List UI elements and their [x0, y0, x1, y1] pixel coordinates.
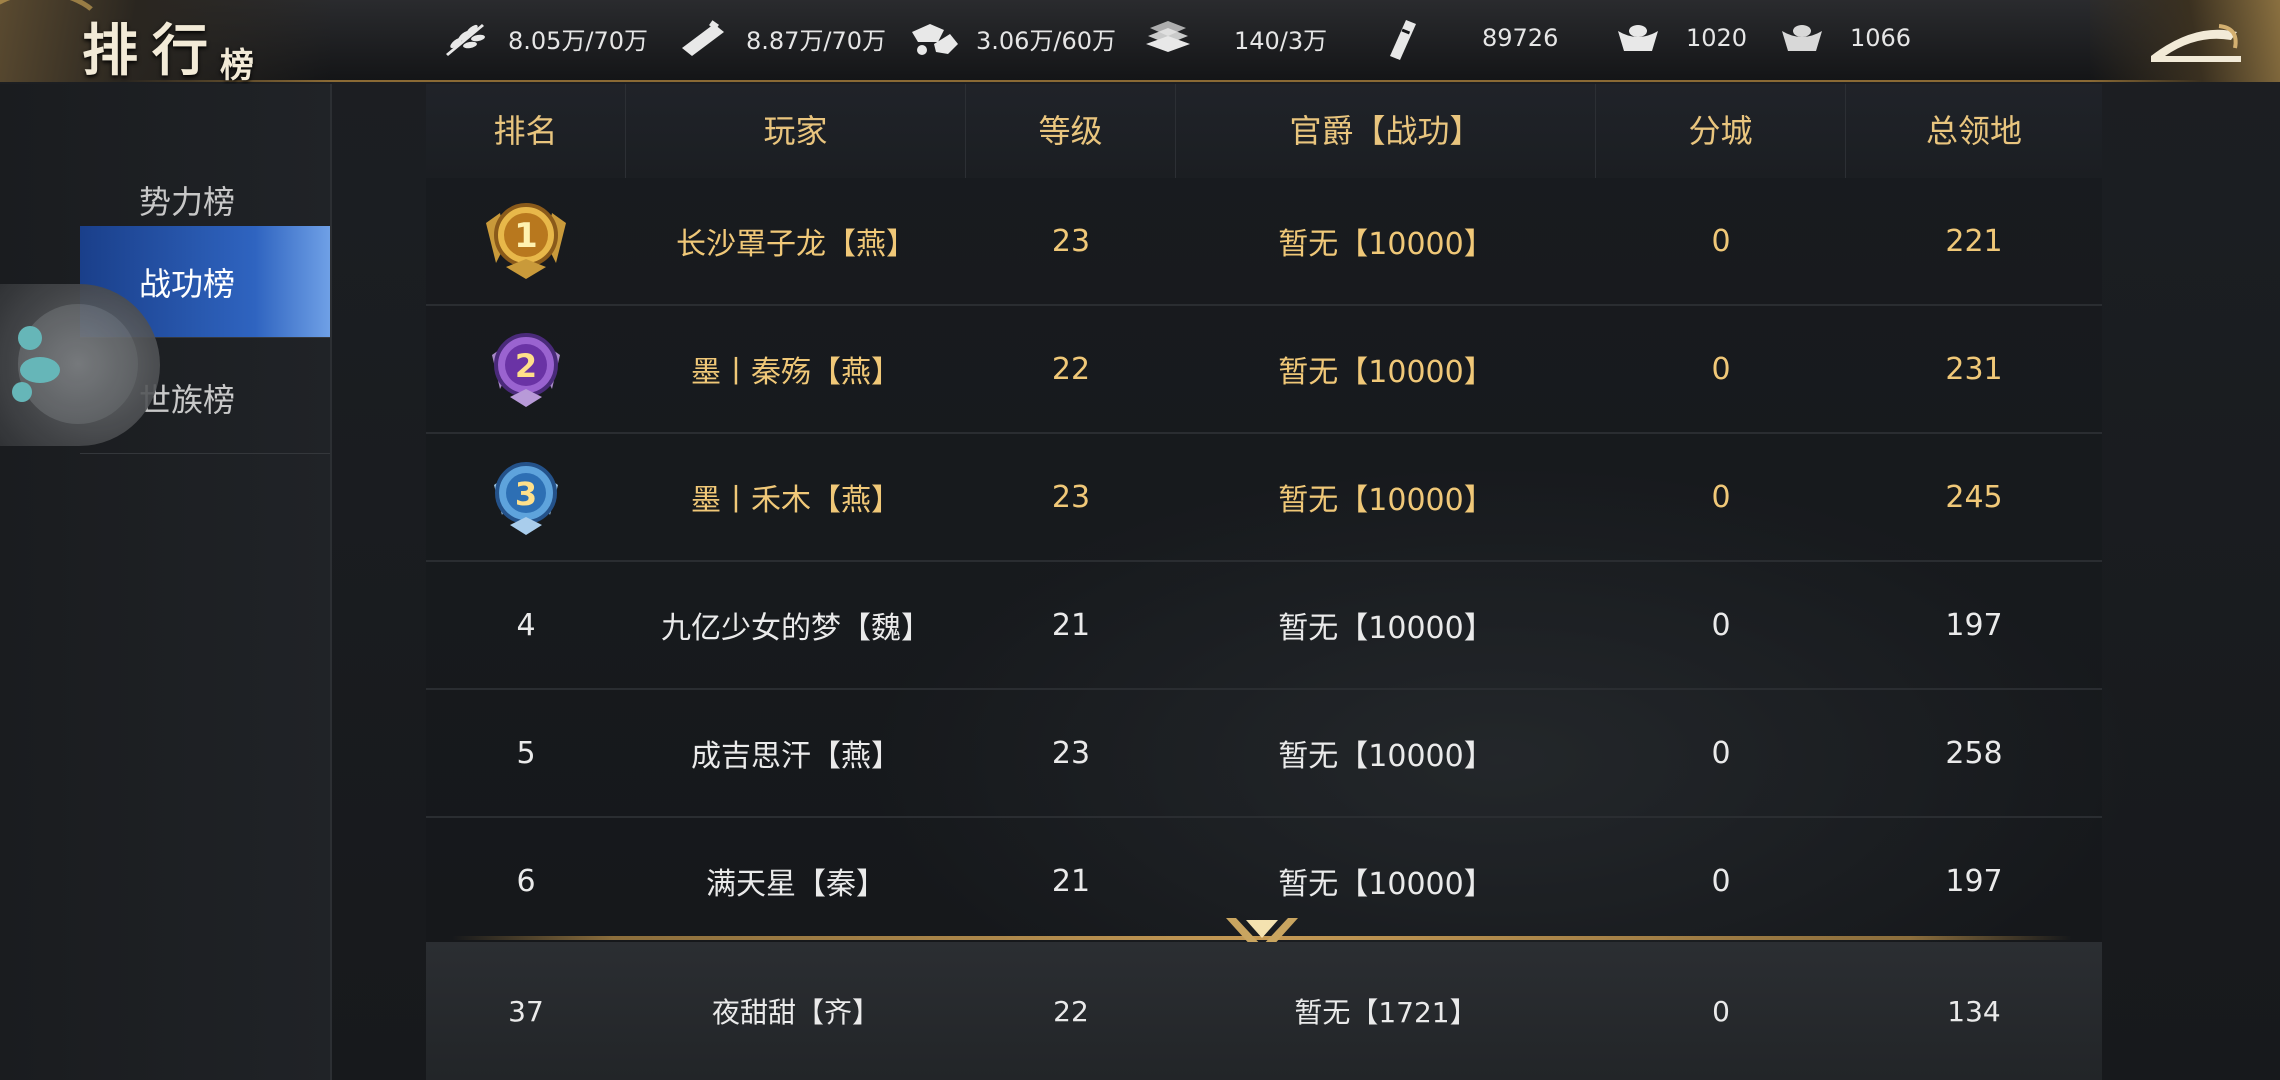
rank-cell: 2	[426, 321, 626, 417]
resource-silver: 1066	[1776, 0, 1911, 76]
player-territory: 258	[1945, 735, 2003, 771]
player-territory: 221	[1945, 223, 2003, 259]
svg-text:3: 3	[515, 475, 537, 513]
player-branch-cities: 0	[1712, 994, 1730, 1028]
resource-gold: 1020	[1612, 0, 1747, 76]
player-title-merit: 暂无【10000】	[1278, 739, 1494, 774]
player-level: 23	[1051, 223, 1091, 259]
table-row[interactable]: 3 墨丨禾木【燕】 23 暂无【10000】 0 245	[426, 434, 2102, 562]
col-player: 玩家	[626, 84, 966, 178]
table-row[interactable]: 1 长沙罩子龙【燕】 23 暂无【10000】 0 221	[426, 178, 2102, 306]
resource-value: 1066	[1850, 24, 1912, 52]
sidebar: 势力榜 战功榜 世族榜	[0, 84, 332, 1080]
player-name[interactable]: 九亿少女的梦【魏】	[626, 603, 966, 647]
tab-label: 战功榜	[138, 264, 235, 303]
page-title: 排行	[82, 18, 222, 84]
table-row[interactable]: 4 九亿少女的梦【魏】 21 暂无【10000】 0 197	[426, 562, 2102, 690]
player-level: 22	[1051, 351, 1091, 387]
blue-medal-icon: 3	[494, 462, 558, 535]
player-title-merit: 暂无【1721】	[1294, 996, 1478, 1029]
assistant-logo-icon	[12, 326, 60, 402]
rank-number: 5	[516, 735, 536, 771]
player-title-merit: 暂无【10000】	[1278, 355, 1494, 390]
player-name[interactable]: 夜甜甜【齐】	[626, 991, 966, 1031]
page-title-suffix: 榜	[220, 46, 254, 86]
grain-icon	[440, 18, 492, 58]
resource-wood: 8.87万/70万	[678, 0, 886, 76]
resource-value: 3.06万/60万	[976, 26, 1117, 55]
silver-ingot-icon	[1776, 18, 1828, 58]
resource-iron: 140/3万	[1142, 0, 1327, 76]
player-name[interactable]: 成吉思汗【燕】	[626, 731, 966, 775]
col-territory: 总领地	[1925, 112, 2022, 150]
player-level: 22	[1053, 994, 1089, 1028]
player-territory: 231	[1945, 351, 2003, 387]
back-button[interactable]	[2140, 8, 2250, 72]
svg-text:2: 2	[515, 347, 537, 385]
player-branch-cities: 0	[1711, 863, 1731, 899]
resource-value: 1020	[1686, 24, 1748, 52]
rank-number: 4	[516, 607, 536, 643]
table-header: 排名 玩家 等级 官爵【战功】 分城 总领地	[426, 84, 2102, 178]
player-territory: 134	[1947, 994, 2001, 1028]
player-title-merit: 暂无【10000】	[1278, 227, 1494, 262]
player-title-merit: 暂无【10000】	[1278, 611, 1494, 646]
resource-value: 8.05万/70万	[508, 26, 649, 55]
table-row[interactable]: 5 成吉思汗【燕】 23 暂无【10000】 0 258	[426, 690, 2102, 818]
ranking-screen: 排行 榜 8.05万/70万 8.87万/70万 3.06万/60万 1 40/3…	[0, 0, 2280, 1080]
table-row[interactable]: 2 墨丨秦殇【燕】 22 暂无【10000】 0 231	[426, 306, 2102, 434]
back-arrow-icon	[2151, 24, 2241, 62]
col-rank: 排名	[426, 84, 626, 178]
player-branch-cities: 0	[1711, 479, 1731, 515]
resource-grain: 8.05万/70万	[440, 0, 648, 76]
svg-text:1: 1	[514, 216, 538, 256]
player-name[interactable]: 满天星【秦】	[626, 859, 966, 903]
top-bar: 排行 榜 8.05万/70万 8.87万/70万 3.06万/60万 140/3…	[0, 0, 2280, 86]
player-level: 23	[1051, 735, 1091, 771]
gold-medal-icon: 1	[486, 203, 566, 279]
rank-number: 37	[508, 994, 544, 1028]
player-territory: 197	[1945, 607, 2003, 643]
ranking-table: 排名 玩家 等级 官爵【战功】 分城 总领地 1 长沙罩子龙【燕】 23 暂无【…	[426, 84, 2102, 946]
player-territory: 245	[1945, 479, 2003, 515]
rank-number: 6	[516, 863, 536, 899]
resource-value: 89726	[1482, 24, 1559, 52]
player-name[interactable]: 墨丨秦殇【燕】	[626, 347, 966, 391]
col-branch-city: 分城	[1596, 84, 1846, 178]
player-branch-cities: 0	[1711, 735, 1731, 771]
col-title-merit: 官爵【战功】	[1176, 84, 1596, 178]
player-level: 21	[1051, 607, 1091, 643]
player-branch-cities: 0	[1711, 223, 1731, 259]
player-branch-cities: 0	[1711, 607, 1731, 643]
stone-icon	[908, 18, 960, 58]
player-title-merit: 暂无【10000】	[1278, 867, 1494, 902]
floating-assistant-button[interactable]	[0, 284, 160, 446]
resource-value: 140/3万	[1234, 26, 1328, 55]
gold-ingot-icon	[1612, 18, 1664, 58]
iron-icon	[1142, 18, 1194, 58]
rank-cell: 1	[426, 193, 626, 289]
my-rank-row[interactable]: 37 夜甜甜【齐】 22 暂无【1721】 0 134	[426, 942, 2102, 1080]
purple-medal-icon: 2	[492, 333, 560, 407]
col-level: 等级	[966, 84, 1176, 178]
player-level: 23	[1051, 479, 1091, 515]
tab-label: 势力榜	[138, 182, 235, 221]
copper-coin-icon	[1374, 18, 1426, 60]
wood-icon	[678, 18, 730, 58]
player-territory: 197	[1945, 863, 2003, 899]
player-level: 21	[1051, 863, 1091, 899]
resource-copper: 89726	[1374, 0, 1558, 76]
rank-cell: 3	[426, 449, 626, 545]
player-name[interactable]: 长沙罩子龙【燕】	[626, 219, 966, 263]
resource-value: 8.87万/70万	[746, 26, 887, 55]
player-title-merit: 暂无【10000】	[1278, 483, 1494, 518]
title-area: 排行 榜	[0, 0, 330, 86]
player-branch-cities: 0	[1711, 351, 1731, 387]
player-name[interactable]: 墨丨禾木【燕】	[626, 475, 966, 519]
resource-stone: 3.06万/60万	[908, 0, 1116, 76]
